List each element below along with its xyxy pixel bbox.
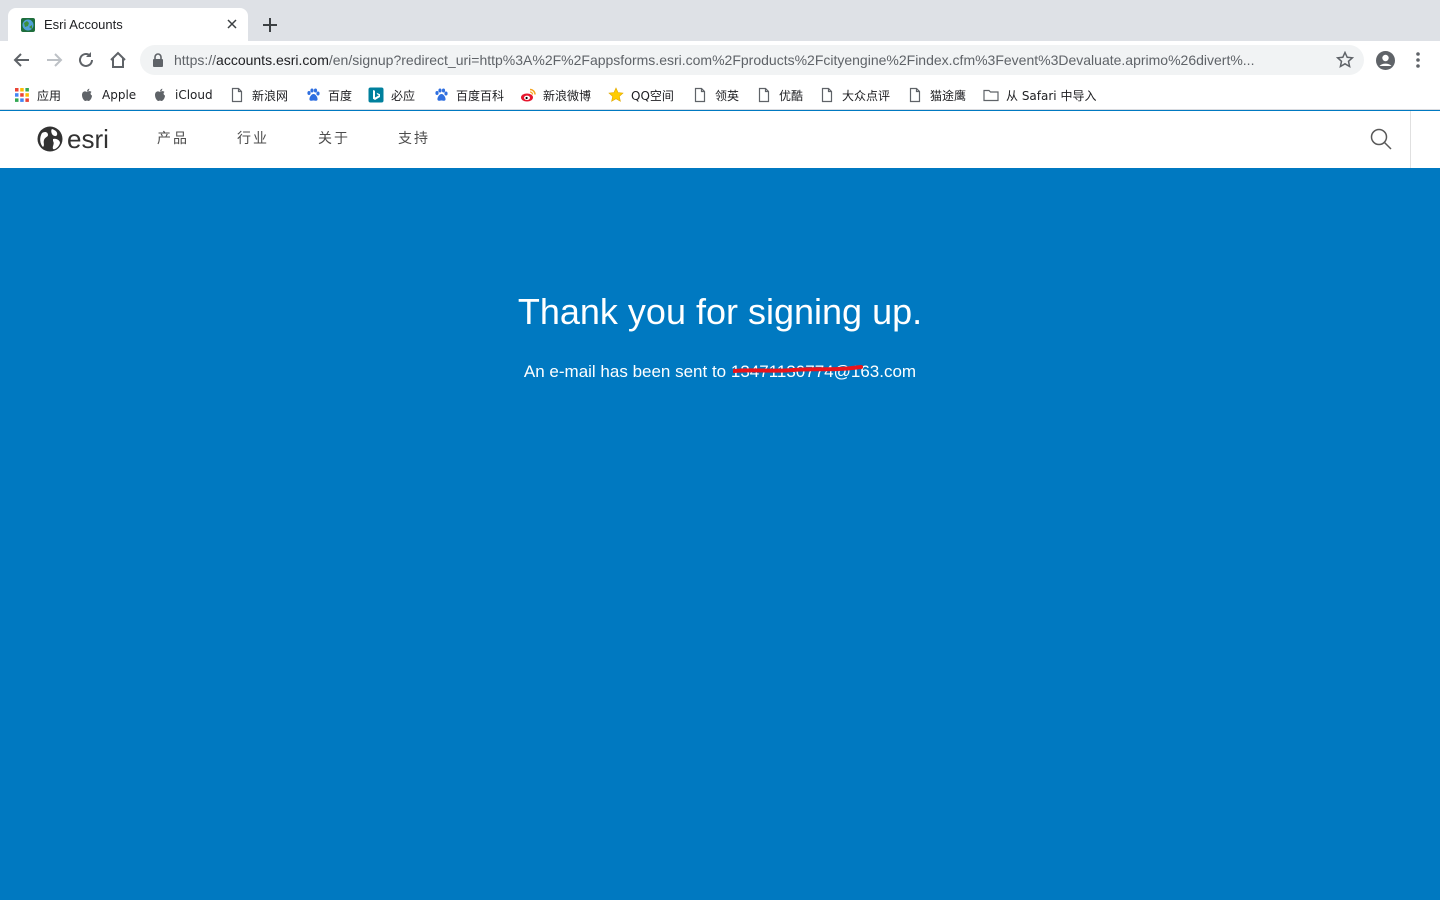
nav-support[interactable]: 支持 — [398, 130, 430, 148]
esri-logo[interactable]: esri — [36, 124, 124, 154]
nav-about[interactable]: 关于 — [318, 130, 350, 148]
bookmark-label: 猫途鹰 — [930, 88, 967, 103]
bookmark-linkedin[interactable]: 领英 — [692, 84, 739, 106]
site-header: esri 产品 行业 关于 支持 — [0, 111, 1440, 168]
bookmarks-bar: 应用 Apple iCloud 新浪网 百度 必应 百度百科 新浪微博 QQ空间… — [0, 79, 1440, 110]
bookmark-icloud[interactable]: iCloud — [152, 84, 213, 106]
nav-products[interactable]: 产品 — [157, 130, 189, 148]
bookmark-youku[interactable]: 优酷 — [756, 84, 803, 106]
folder-icon — [983, 89, 999, 102]
bookmark-label: 新浪微博 — [543, 88, 592, 103]
close-icon[interactable] — [224, 16, 240, 32]
bookmark-weibo[interactable]: 新浪微博 — [520, 84, 591, 106]
bookmark-label: 大众点评 — [842, 88, 891, 103]
page-title: Thank you for signing up. — [517, 291, 923, 332]
back-arrow-icon[interactable] — [12, 50, 32, 70]
baidu-paw-icon — [435, 88, 448, 101]
apple-icon — [82, 88, 92, 101]
page-icon — [758, 87, 770, 103]
page-icon — [821, 87, 833, 103]
bookmark-label: iCloud — [175, 88, 213, 102]
reload-icon[interactable] — [76, 50, 96, 70]
new-tab-plus-icon[interactable] — [258, 13, 282, 37]
bookmark-label: 应用 — [37, 88, 62, 103]
bookmark-tripadvisor[interactable]: 猫途鹰 — [907, 84, 966, 106]
bookmark-star-icon[interactable] — [1336, 51, 1354, 69]
forward-arrow-icon[interactable] — [44, 50, 64, 70]
bookmark-label: 从 Safari 中导入 — [1006, 88, 1097, 103]
profile-avatar-icon[interactable] — [1375, 50, 1396, 71]
weibo-icon — [521, 88, 536, 102]
bookmark-label: 百度 — [328, 88, 353, 103]
bookmark-label: 领英 — [715, 88, 740, 103]
page-icon — [231, 87, 243, 103]
bookmark-label: QQ空间 — [631, 88, 674, 103]
esri-logo-text: esri — [67, 124, 109, 154]
lock-icon[interactable] — [152, 53, 164, 67]
bookmark-label: 必应 — [391, 88, 416, 103]
browser-toolbar: https://accounts.esri.com/en/signup?redi… — [0, 41, 1440, 79]
baidu-paw-icon — [307, 88, 320, 101]
signup-confirmation-panel: Thank you for signing up. An e-mail has … — [0, 168, 1440, 900]
browser-tab-strip: Esri Accounts — [0, 0, 1440, 41]
email-sent-prefix: An e-mail has been sent to — [523, 362, 731, 381]
page-icon — [694, 87, 706, 103]
url-host: accounts.esri.com — [216, 52, 329, 68]
red-redaction-scribble — [732, 365, 863, 373]
kebab-menu-icon[interactable] — [1410, 50, 1426, 70]
bing-icon — [368, 87, 384, 103]
tab-title: Esri Accounts — [44, 17, 123, 32]
bookmark-apps[interactable]: 应用 — [14, 84, 61, 106]
search-icon[interactable] — [1369, 127, 1393, 151]
bookmark-baidu[interactable]: 百度 — [305, 84, 352, 106]
bookmark-import-safari[interactable]: 从 Safari 中导入 — [983, 84, 1096, 106]
bookmark-label: Apple — [102, 88, 137, 102]
email-sent-message: An e-mail has been sent to 13471130774@1… — [0, 361, 1440, 383]
apple-icon — [155, 88, 165, 101]
nav-industries[interactable]: 行业 — [237, 130, 269, 148]
apps-grid-icon — [15, 88, 29, 102]
bookmark-apple[interactable]: Apple — [79, 84, 136, 106]
bookmark-baike[interactable]: 百度百科 — [433, 84, 504, 106]
header-divider — [1410, 111, 1411, 168]
address-bar[interactable]: https://accounts.esri.com/en/signup?redi… — [140, 45, 1364, 75]
bookmark-bing[interactable]: 必应 — [368, 84, 415, 106]
url-text[interactable]: https://accounts.esri.com/en/signup?redi… — [174, 52, 1320, 68]
bookmark-label: 优酷 — [779, 88, 804, 103]
email-address-wrap: 13471130774@163.com — [731, 361, 916, 383]
bookmark-label: 新浪网 — [252, 88, 289, 103]
bookmark-qzone[interactable]: QQ空间 — [608, 84, 674, 106]
url-path: /en/signup?redirect_uri=http%3A%2F%2Fapp… — [328, 52, 1255, 68]
bookmark-dianping[interactable]: 大众点评 — [819, 84, 890, 106]
bookmark-sina[interactable]: 新浪网 — [229, 84, 288, 106]
url-scheme: https:// — [174, 52, 217, 68]
bookmark-label: 百度百科 — [456, 88, 505, 103]
browser-tab[interactable]: Esri Accounts — [8, 8, 248, 41]
esri-globe-favicon-icon — [21, 18, 35, 32]
page-icon — [909, 87, 921, 103]
star-icon — [608, 87, 624, 102]
home-icon[interactable] — [108, 50, 128, 70]
